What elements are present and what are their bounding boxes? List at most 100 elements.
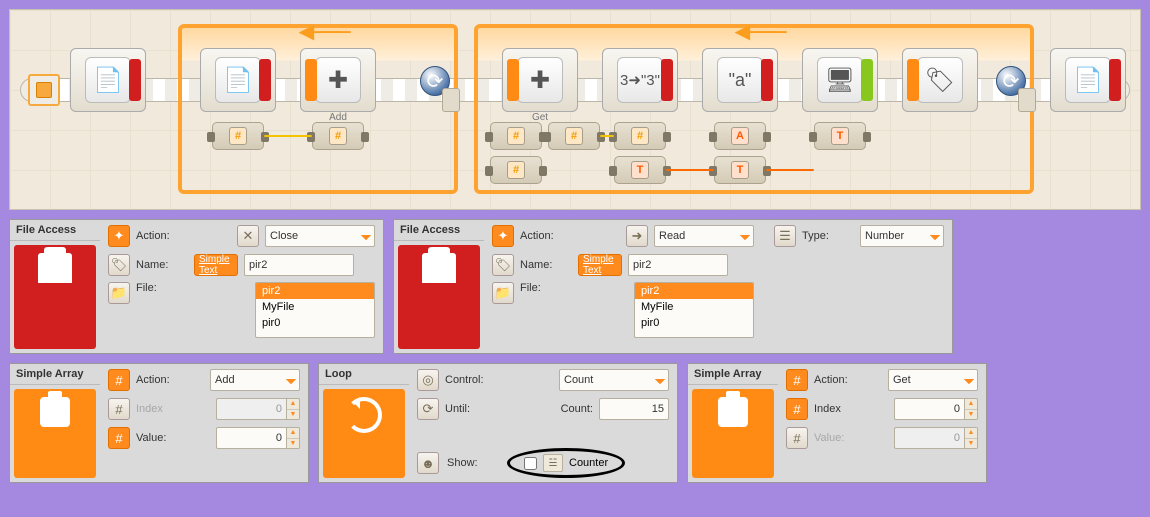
config-panels: File Access ✦ Action: ✕ Close 🏷 Name: Si… — [0, 210, 1150, 492]
count-field[interactable] — [599, 398, 669, 420]
simple-text-link[interactable]: Simple Text — [194, 254, 238, 276]
counter-checkbox[interactable] — [524, 457, 537, 470]
list-item[interactable]: pir0 — [256, 315, 374, 331]
block-file-read[interactable]: 📄 — [200, 48, 276, 112]
hash-icon: # — [108, 369, 130, 391]
block-accent — [761, 59, 773, 101]
panel-swatch — [692, 389, 774, 478]
port-get-val[interactable]: # — [490, 156, 542, 184]
file-icon: 📄 — [1065, 57, 1111, 103]
block-array-add[interactable]: ✚ Add — [300, 48, 376, 112]
file-icon: 📄 — [215, 57, 261, 103]
file-icon — [38, 253, 72, 283]
label: Index — [814, 403, 866, 415]
list-item[interactable]: MyFile — [256, 299, 374, 315]
panel-array-add: Simple Array # Action: Add # Index ▲▼ # … — [9, 363, 309, 483]
list-item[interactable]: pir2 — [256, 283, 374, 299]
block-accent — [259, 59, 271, 101]
action-select[interactable]: Close — [265, 225, 375, 247]
name-field[interactable] — [628, 254, 728, 276]
start-stud — [28, 74, 60, 106]
port-text-out[interactable]: T — [714, 156, 766, 184]
port-n2t-out[interactable]: T — [614, 156, 666, 184]
wire — [666, 169, 714, 171]
label: Index — [136, 403, 188, 415]
action-icon: ✦ — [492, 225, 514, 247]
port-file-read-num[interactable]: # — [212, 122, 264, 150]
port-array-add-num[interactable]: # — [312, 122, 364, 150]
action-icon: ✦ — [108, 225, 130, 247]
num2text-icon: 3➜"3" — [617, 57, 663, 103]
panel-title: Simple Array — [10, 364, 100, 385]
panel-swatch — [14, 389, 96, 478]
port-get-idx[interactable]: # — [490, 122, 542, 150]
block-file-write-2[interactable]: 🏷 — [902, 48, 978, 112]
simple-text-link[interactable]: Simple Text — [578, 254, 622, 276]
label: Value: — [814, 432, 866, 444]
action-select[interactable]: Get — [888, 369, 978, 391]
block-file-tail[interactable]: 📄 — [1050, 48, 1126, 112]
counter-highlight: ☱ Counter — [507, 448, 625, 478]
panel-file-read: File Access ✦ Action: ➜ Read 🏷 Name: Sim… — [393, 219, 953, 354]
stepper: ▲▼ — [286, 398, 300, 420]
block-accent — [507, 59, 519, 101]
array-icon — [718, 397, 748, 427]
type-select[interactable]: Number — [860, 225, 944, 247]
hash-icon: # — [786, 427, 808, 449]
block-num-to-text[interactable]: 3➜"3" — [602, 48, 678, 112]
action-select[interactable]: Add — [210, 369, 300, 391]
block-accent — [129, 59, 141, 101]
label: File: — [520, 282, 572, 294]
text-icon: "a" — [717, 57, 763, 103]
label: Counter — [569, 457, 608, 469]
loop-icon — [346, 397, 382, 433]
stepper[interactable]: ▲▼ — [286, 427, 300, 449]
hash-icon: # — [108, 427, 130, 449]
file-icon — [422, 253, 456, 283]
stepper[interactable]: ▲▼ — [964, 398, 978, 420]
panel-title: File Access — [394, 220, 484, 241]
name-icon: 🏷 — [108, 254, 130, 276]
panel-file-close: File Access ✦ Action: ✕ Close 🏷 Name: Si… — [9, 219, 384, 354]
loop-arrow-icon: ◄─── — [730, 26, 779, 36]
port-n2t-in[interactable]: # — [614, 122, 666, 150]
list-item[interactable]: pir2 — [635, 283, 753, 299]
control-select[interactable]: Count — [559, 369, 669, 391]
label: Value: — [136, 432, 188, 444]
file-listbox[interactable]: pir2 MyFile pir0 — [634, 282, 754, 338]
file-listbox[interactable]: pir2 MyFile pir0 — [255, 282, 375, 338]
name-icon: 🏷 — [492, 254, 514, 276]
block-file-close[interactable]: 📄 — [70, 48, 146, 112]
list-item[interactable]: pir0 — [635, 315, 753, 331]
name-field[interactable] — [244, 254, 354, 276]
block-text[interactable]: "a" — [702, 48, 778, 112]
stepper: ▲▼ — [964, 427, 978, 449]
label: Action: — [814, 374, 866, 386]
action-select[interactable]: Read — [654, 225, 754, 247]
display-icon: 🖥 — [817, 57, 863, 103]
show-icon: ☻ — [417, 452, 439, 474]
label: Type: — [802, 230, 854, 242]
block-array-get[interactable]: ✚ Get — [502, 48, 578, 112]
plus-icon: ✚ — [517, 57, 563, 103]
port-text-a[interactable]: A — [714, 122, 766, 150]
label: Until: — [445, 403, 519, 415]
hash-icon: # — [108, 398, 130, 420]
plus-icon: ✚ — [315, 57, 361, 103]
label: Action: — [136, 374, 188, 386]
port-get-out[interactable]: # — [548, 122, 600, 150]
panel-loop: Loop ◎ Control: Count ⟳ Until: Count: ☻ … — [318, 363, 678, 483]
wire — [766, 169, 814, 171]
folder-icon: 📁 — [492, 282, 514, 304]
type-icon: ☰ — [774, 225, 796, 247]
block-display[interactable]: 🖥 — [802, 48, 878, 112]
block-accent — [661, 59, 673, 101]
program-canvas[interactable]: 📄 ◄─── 📄 # ✚ Add # ◄─── ✚ Get # # # 3➜"3… — [9, 9, 1141, 210]
value-field[interactable] — [216, 427, 286, 449]
label: File: — [136, 282, 188, 294]
list-item[interactable]: MyFile — [635, 299, 753, 315]
label: Count: — [561, 403, 593, 415]
block-accent — [861, 59, 873, 101]
port-display-in[interactable]: T — [814, 122, 866, 150]
index-field[interactable] — [894, 398, 964, 420]
